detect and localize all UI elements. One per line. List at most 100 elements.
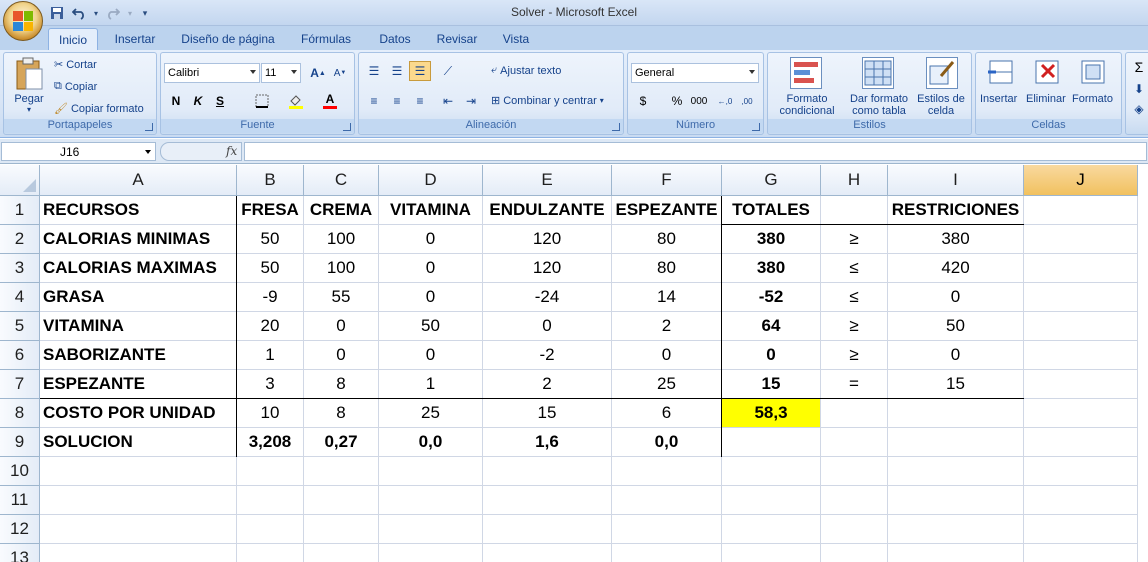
cell-f7[interactable]: 25 — [612, 370, 722, 399]
cell-d13[interactable] — [379, 544, 483, 562]
cell-f4[interactable]: 14 — [612, 283, 722, 312]
cell-g9[interactable] — [722, 428, 821, 457]
decrease-indent-icon[interactable]: ⇤ — [437, 91, 459, 111]
cell-d9[interactable]: 0,0 — [379, 428, 483, 457]
cell-f10[interactable] — [612, 457, 722, 486]
cell-h9[interactable] — [821, 428, 888, 457]
cell-i5[interactable]: 50 — [888, 312, 1024, 341]
row-header-11[interactable]: 11 — [0, 486, 40, 515]
font-name-select[interactable]: Calibri — [164, 63, 260, 83]
grow-font-button[interactable]: A ▲ — [307, 63, 329, 83]
decrease-decimal-icon[interactable]: ,00 — [736, 91, 758, 111]
format-painter-button[interactable]: 🖌 Copiar formato — [54, 102, 144, 116]
column-header-f[interactable]: F — [612, 165, 722, 196]
cell-c13[interactable] — [304, 544, 379, 562]
cell-j13[interactable] — [1024, 544, 1138, 562]
cell-a6[interactable]: SABORIZANTE — [40, 341, 237, 370]
cell-f5[interactable]: 2 — [612, 312, 722, 341]
cell-g8[interactable]: 58,3 — [722, 399, 821, 428]
cell-h13[interactable] — [821, 544, 888, 562]
cell-a12[interactable] — [40, 515, 237, 544]
select-all-button[interactable] — [0, 165, 40, 196]
format-cells-button[interactable]: Formato — [1072, 93, 1113, 105]
column-header-c[interactable]: C — [304, 165, 379, 196]
tab-datos[interactable]: Datos — [370, 28, 420, 50]
cell-e1[interactable]: ENDULZANTE — [483, 196, 612, 225]
row-header-7[interactable]: 7 — [0, 370, 40, 399]
office-button[interactable] — [3, 1, 43, 41]
cell-b5[interactable]: 20 — [237, 312, 304, 341]
cell-a8[interactable]: COSTO POR UNIDAD — [40, 399, 237, 428]
cell-j9[interactable] — [1024, 428, 1138, 457]
cell-d3[interactable]: 0 — [379, 254, 483, 283]
cell-f11[interactable] — [612, 486, 722, 515]
cell-j8[interactable] — [1024, 399, 1138, 428]
cell-c5[interactable]: 0 — [304, 312, 379, 341]
cell-d2[interactable]: 0 — [379, 225, 483, 254]
row-header-9[interactable]: 9 — [0, 428, 40, 457]
cell-j11[interactable] — [1024, 486, 1138, 515]
cell-a2[interactable]: CALORIAS MINIMAS — [40, 225, 237, 254]
column-header-j[interactable]: J — [1024, 165, 1138, 196]
cell-i13[interactable] — [888, 544, 1024, 562]
column-header-g[interactable]: G — [722, 165, 821, 196]
cell-d5[interactable]: 50 — [379, 312, 483, 341]
cell-b6[interactable]: 1 — [237, 341, 304, 370]
cell-h7[interactable]: = — [821, 370, 888, 399]
cell-e11[interactable] — [483, 486, 612, 515]
dialog-launcher-icon[interactable] — [145, 123, 153, 131]
insert-function-icon[interactable]: fx — [226, 144, 237, 158]
row-header-1[interactable]: 1 — [0, 196, 40, 225]
cell-b2[interactable]: 50 — [237, 225, 304, 254]
cell-j10[interactable] — [1024, 457, 1138, 486]
percent-button[interactable]: % — [666, 91, 688, 111]
cell-c9[interactable]: 0,27 — [304, 428, 379, 457]
bold-button[interactable]: N — [165, 91, 187, 111]
cell-d11[interactable] — [379, 486, 483, 515]
row-header-13[interactable]: 13 — [0, 544, 40, 562]
column-header-d[interactable]: D — [379, 165, 483, 196]
cell-e4[interactable]: -24 — [483, 283, 612, 312]
cell-e13[interactable] — [483, 544, 612, 562]
cell-f3[interactable]: 80 — [612, 254, 722, 283]
cell-e2[interactable]: 120 — [483, 225, 612, 254]
merge-center-button[interactable]: ⊞ Combinar y centrar ▾ — [491, 94, 604, 108]
thousands-button[interactable]: 000 — [688, 91, 710, 111]
cell-c7[interactable]: 8 — [304, 370, 379, 399]
cell-i9[interactable] — [888, 428, 1024, 457]
shrink-font-button[interactable]: A ▼ — [329, 63, 351, 83]
cell-e6[interactable]: -2 — [483, 341, 612, 370]
cell-g5[interactable]: 64 — [722, 312, 821, 341]
cell-b11[interactable] — [237, 486, 304, 515]
cell-b4[interactable]: -9 — [237, 283, 304, 312]
column-header-b[interactable]: B — [237, 165, 304, 196]
cell-b1[interactable]: FRESA — [237, 196, 304, 225]
cell-c12[interactable] — [304, 515, 379, 544]
cell-j2[interactable] — [1024, 225, 1138, 254]
wrap-text-button[interactable]: ⤶ Ajustar texto — [491, 64, 561, 77]
cell-g11[interactable] — [722, 486, 821, 515]
cell-i8[interactable] — [888, 399, 1024, 428]
cell-f6[interactable]: 0 — [612, 341, 722, 370]
cell-f2[interactable]: 80 — [612, 225, 722, 254]
cell-c3[interactable]: 100 — [304, 254, 379, 283]
cell-c4[interactable]: 55 — [304, 283, 379, 312]
fill-icon[interactable]: ⬇ — [1128, 79, 1148, 99]
cell-i1[interactable]: RESTRICIONES — [888, 196, 1024, 225]
cell-b3[interactable]: 50 — [237, 254, 304, 283]
autosum-button[interactable]: Σ — [1128, 57, 1148, 77]
font-color-button[interactable]: A — [319, 91, 341, 111]
font-size-select[interactable]: 11 — [261, 63, 301, 83]
row-header-4[interactable]: 4 — [0, 283, 40, 312]
cell-b10[interactable] — [237, 457, 304, 486]
cell-j5[interactable] — [1024, 312, 1138, 341]
cell-i3[interactable]: 420 — [888, 254, 1024, 283]
cell-b12[interactable] — [237, 515, 304, 544]
cell-e7[interactable]: 2 — [483, 370, 612, 399]
cell-d12[interactable] — [379, 515, 483, 544]
column-header-e[interactable]: E — [483, 165, 612, 196]
cell-styles-button[interactable]: Estilos de celda — [913, 93, 969, 117]
tab-revisar[interactable]: Revisar — [428, 28, 486, 50]
cell-f1[interactable]: ESPEZANTE — [612, 196, 722, 225]
cell-a7[interactable]: ESPEZANTE — [40, 370, 237, 399]
